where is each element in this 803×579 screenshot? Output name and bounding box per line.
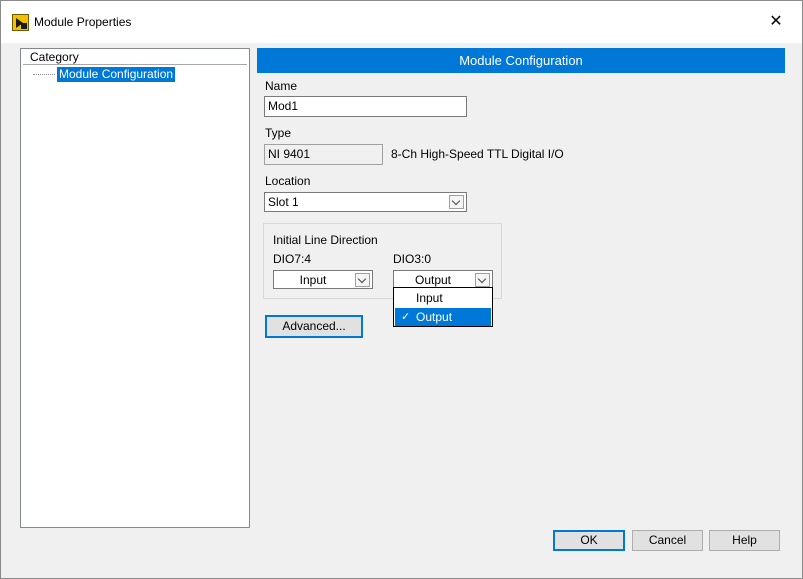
dio30-label: DIO3:0 bbox=[393, 252, 432, 266]
name-label: Name bbox=[265, 79, 298, 93]
close-icon[interactable]: ✕ bbox=[759, 9, 793, 35]
initial-line-direction-title: Initial Line Direction bbox=[273, 233, 378, 247]
chevron-down-icon[interactable] bbox=[355, 273, 370, 287]
chevron-down-icon[interactable] bbox=[449, 195, 464, 209]
labview-project-icon bbox=[12, 14, 29, 31]
dio74-value: Input bbox=[299, 273, 327, 287]
section-title: Module Configuration bbox=[257, 48, 785, 73]
type-label: Type bbox=[265, 126, 292, 140]
type-field: NI 9401 bbox=[264, 144, 383, 165]
checkmark-icon: ✓ bbox=[401, 311, 411, 323]
tree-connector bbox=[33, 74, 55, 75]
dropdown-option-output[interactable]: ✓ Output bbox=[395, 308, 491, 326]
category-tree[interactable]: Category Module Configuration bbox=[20, 48, 250, 528]
location-value: Slot 1 bbox=[268, 195, 299, 209]
dio30-dropdown-list[interactable]: Input ✓ Output bbox=[393, 287, 493, 327]
advanced-button[interactable]: Advanced... bbox=[265, 315, 363, 338]
window-title: Module Properties bbox=[34, 15, 132, 29]
chevron-down-icon[interactable] bbox=[475, 273, 490, 287]
location-select[interactable]: Slot 1 bbox=[264, 192, 467, 212]
type-description: 8-Ch High-Speed TTL Digital I/O bbox=[391, 147, 564, 161]
name-input[interactable]: Mod1 bbox=[264, 96, 467, 117]
dio74-select[interactable]: Input bbox=[273, 270, 373, 289]
cancel-button[interactable]: Cancel bbox=[632, 530, 703, 551]
help-button[interactable]: Help bbox=[709, 530, 780, 551]
title-bar: Module Properties ✕ bbox=[1, 1, 802, 43]
module-properties-dialog: Module Properties ✕ Category Module Conf… bbox=[0, 0, 803, 579]
tree-item-module-configuration[interactable]: Module Configuration bbox=[57, 67, 176, 82]
category-header: Category bbox=[23, 50, 247, 65]
dio74-label: DIO7:4 bbox=[273, 252, 312, 266]
ok-button[interactable]: OK bbox=[553, 530, 625, 551]
location-label: Location bbox=[265, 174, 311, 188]
dropdown-option-input[interactable]: Input bbox=[395, 289, 491, 307]
